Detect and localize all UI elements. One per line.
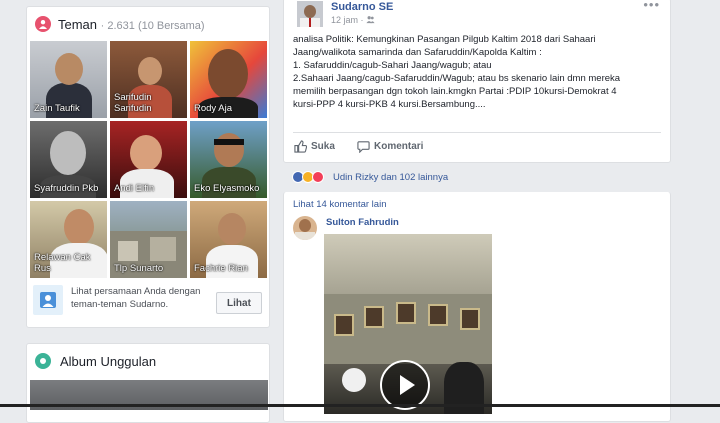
post-author[interactable]: Sudarno SE bbox=[331, 1, 393, 13]
similarity-text: Lihat persamaan Anda dengan teman-teman … bbox=[71, 286, 201, 310]
friends-count: · 2.631 (10 Bersama) bbox=[100, 20, 205, 32]
post-divider bbox=[293, 132, 661, 133]
friends-title-text[interactable]: Teman bbox=[58, 17, 97, 32]
friend-tile[interactable]: Fachrie Rian bbox=[190, 201, 267, 278]
commenter-avatar[interactable] bbox=[293, 216, 317, 240]
friends-audience-icon bbox=[366, 16, 375, 24]
album-icon bbox=[35, 353, 51, 369]
friend-tile[interactable]: Rody Aja bbox=[190, 41, 267, 118]
see-similarities-button[interactable]: Lihat bbox=[216, 292, 262, 314]
post-line: memilih berpasangan dgn tokoh lain.kmgkn… bbox=[293, 86, 617, 97]
comments-section: Lihat 14 komentar lain Sulton Fahrudin bbox=[283, 192, 671, 422]
play-icon bbox=[400, 375, 415, 395]
album-card: Album Unggulan bbox=[26, 343, 270, 423]
friends-title[interactable]: Teman · 2.631 (10 Bersama) bbox=[58, 17, 205, 32]
post-body: analisa Politik: Kemungkinan Pasangan Pi… bbox=[293, 33, 665, 111]
friend-name[interactable]: Zain Taufik bbox=[34, 103, 105, 114]
friend-name[interactable]: Relawan Cak Rus bbox=[34, 252, 105, 274]
friend-tile[interactable]: Sarifudin Sarifudin bbox=[110, 41, 187, 118]
post-line: analisa Politik: Kemungkinan Pasangan Pi… bbox=[293, 34, 596, 45]
post-card: Sudarno SE 12 jam · ••• analisa Politik:… bbox=[283, 0, 671, 163]
similarity-icon bbox=[33, 285, 63, 315]
love-reaction-icon bbox=[312, 171, 324, 183]
friend-tile[interactable]: Tlp Sunarto bbox=[110, 201, 187, 278]
friends-card: Teman · 2.631 (10 Bersama) Zain Taufik S… bbox=[26, 6, 270, 328]
friend-name[interactable]: Syafruddin Pkb bbox=[34, 183, 105, 194]
commenter-name[interactable]: Sulton Fahrudin bbox=[326, 217, 399, 228]
friend-tile[interactable]: Relawan Cak Rus bbox=[30, 201, 107, 278]
post-line: 1. Safaruddin/cagub-Sahari Jaang/wagub; … bbox=[293, 60, 492, 71]
post-line: Jaang/walikota samarinda dan Safaruddin/… bbox=[293, 47, 542, 58]
comment-icon bbox=[357, 141, 370, 153]
like-label[interactable]: Suka bbox=[311, 141, 335, 152]
friend-tile[interactable]: Zain Taufik bbox=[30, 41, 107, 118]
like-button[interactable]: Suka bbox=[294, 140, 335, 153]
post-line: kursi-PPP 4 kursi-PKB 4 kursi.Bersambung… bbox=[293, 99, 486, 110]
comment-video[interactable] bbox=[324, 234, 492, 414]
friend-tile[interactable]: Eko Elyasmoko bbox=[190, 121, 267, 198]
post-line: 2.Sahaari Jaang/cagub-Safaruddin/Wagub; … bbox=[293, 73, 621, 84]
post-time-text[interactable]: 12 jam · bbox=[331, 15, 364, 25]
album-title[interactable]: Album Unggulan bbox=[60, 354, 156, 369]
friend-name[interactable]: Fachrie Rian bbox=[194, 263, 265, 274]
friend-name[interactable]: Andi Elfin bbox=[114, 183, 185, 194]
friend-name[interactable]: Rody Aja bbox=[194, 103, 265, 114]
friend-tile[interactable]: Syafruddin Pkb bbox=[30, 121, 107, 198]
friend-name[interactable]: Tlp Sunarto bbox=[114, 263, 185, 274]
post-options-icon[interactable]: ••• bbox=[643, 0, 660, 12]
reactions-summary[interactable]: Udin Rizky dan 102 lainnya bbox=[333, 172, 448, 183]
friend-name[interactable]: Eko Elyasmoko bbox=[194, 183, 265, 194]
view-more-comments-link[interactable]: Lihat 14 komentar lain bbox=[293, 199, 386, 210]
friends-icon bbox=[35, 16, 51, 32]
author-avatar[interactable] bbox=[297, 1, 323, 27]
like-icon bbox=[294, 140, 307, 153]
comment-label[interactable]: Komentari bbox=[374, 141, 423, 152]
friend-name[interactable]: Sarifudin Sarifudin bbox=[114, 92, 185, 114]
friend-tile[interactable]: Andi Elfin bbox=[110, 121, 187, 198]
play-button[interactable] bbox=[380, 360, 430, 410]
post-time[interactable]: 12 jam · bbox=[331, 15, 375, 25]
comment-button[interactable]: Komentari bbox=[357, 141, 423, 153]
